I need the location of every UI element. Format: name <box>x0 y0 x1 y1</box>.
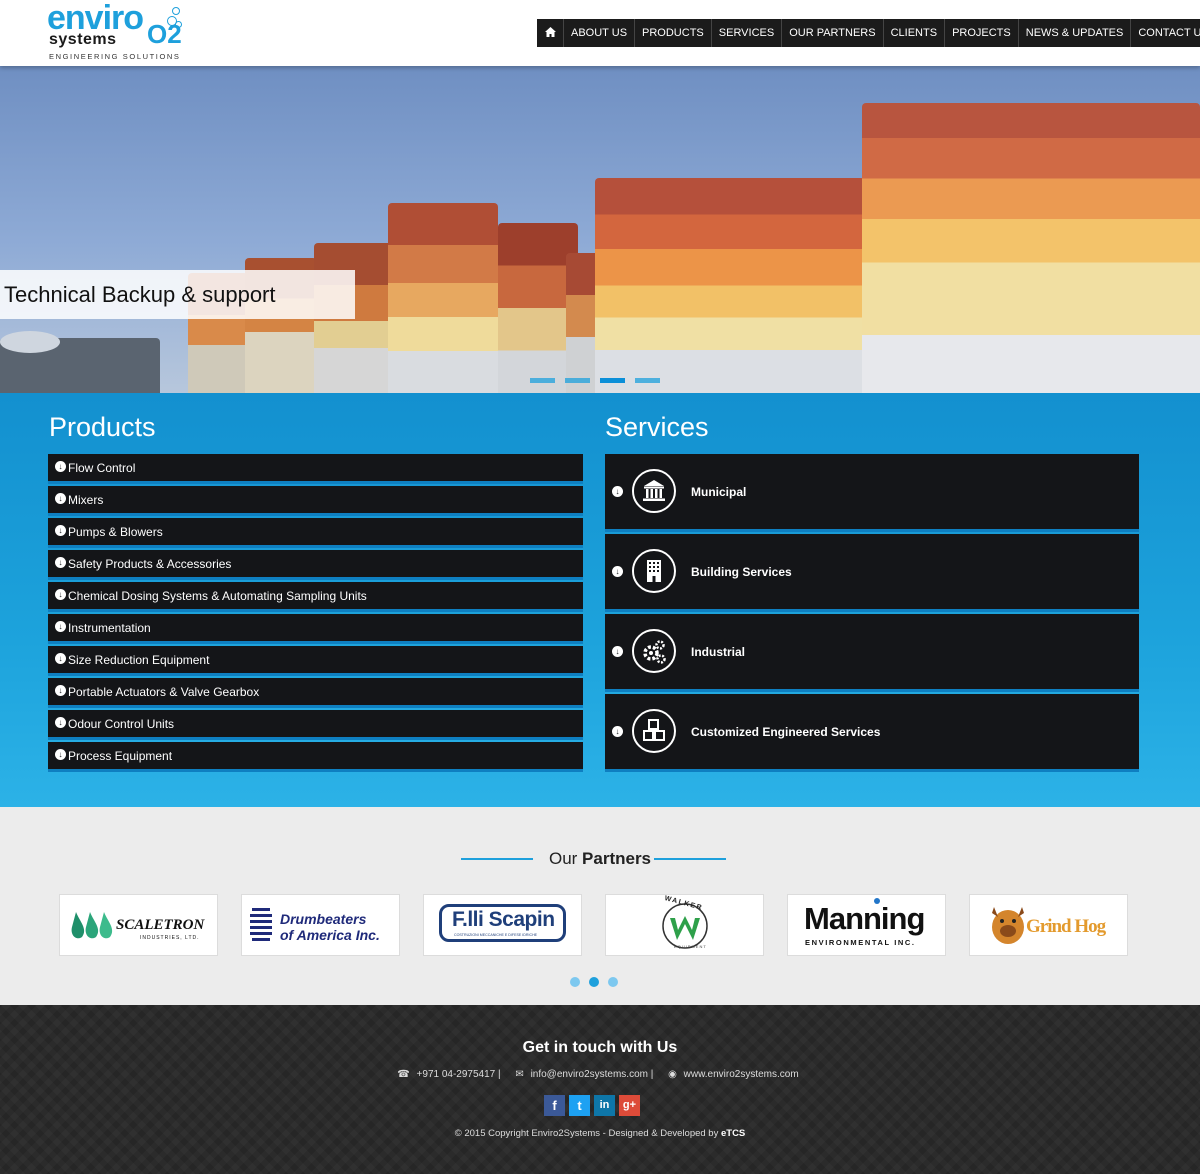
partner-logo-drumbeaters[interactable]: Drumbeaters of America Inc. <box>241 894 400 956</box>
nav-about-us[interactable]: ABOUT US <box>564 19 636 47</box>
arrow-down-circle-icon: ↓ <box>612 566 623 577</box>
product-item-portable-actuators[interactable]: ↓ Portable Actuators & Valve Gearbox <box>48 678 583 708</box>
main-nav: ABOUT US PRODUCTS SERVICES OUR PARTNERS … <box>537 19 1200 47</box>
google-plus-icon[interactable]: g+ <box>619 1095 640 1116</box>
social-links: f t in g+ <box>544 1095 640 1116</box>
arrow-down-circle-icon: ↓ <box>55 557 66 568</box>
arrow-down-circle-icon: ↓ <box>55 685 66 696</box>
gears-icon <box>632 629 676 673</box>
product-item-process-equipment[interactable]: ↓ Process Equipment <box>48 742 583 772</box>
product-item-chemical-dosing[interactable]: ↓ Chemical Dosing Systems & Automating Sa… <box>48 582 583 612</box>
nav-services[interactable]: SERVICES <box>712 19 783 47</box>
slide-dot-3[interactable] <box>600 378 625 383</box>
nav-products[interactable]: PRODUCTS <box>635 19 712 47</box>
facebook-icon[interactable]: f <box>544 1095 565 1116</box>
site-footer: Get in touch with Us ☎ +971 04-2975417 |… <box>0 1005 1200 1174</box>
globe-icon: ◉ <box>668 1069 677 1080</box>
footer-copyright: © 2015 Copyright Enviro2Systems - Design… <box>454 1128 746 1139</box>
logo-second-text: systems <box>49 31 117 48</box>
nav-news-updates[interactable]: NEWS & UPDATES <box>1019 19 1132 47</box>
drumbeaters-drum-icon <box>250 908 272 941</box>
product-item-odour-control[interactable]: ↓ Odour Control Units <box>48 710 583 740</box>
partners-title: Our Partners <box>548 849 652 868</box>
nav-clients[interactable]: CLIENTS <box>884 19 946 47</box>
partners-page-indicators <box>570 977 618 987</box>
arrow-down-circle-icon: ↓ <box>55 653 66 664</box>
footer-email[interactable]: info@enviro2systems.com | <box>531 1069 654 1080</box>
footer-website[interactable]: www.enviro2systems.com <box>684 1069 799 1080</box>
slide-dot-4[interactable] <box>635 378 660 383</box>
product-item-safety-products[interactable]: ↓ Safety Products & Accessories <box>48 550 583 580</box>
partner-logo-scaletron[interactable]: SCALETRON INDUSTRIES, LTD. <box>59 894 218 956</box>
slide-dot-2[interactable] <box>565 378 590 383</box>
products-services-section: Products Services ↓ Flow Control ↓ Mixers … <box>0 393 1200 807</box>
partner-logo-flli-scapin[interactable]: F.lli Scapin COSTRUZIONI MECCANICHE E DI… <box>423 894 582 956</box>
product-item-size-reduction[interactable]: ↓ Size Reduction Equipment <box>48 646 583 676</box>
product-item-flow-control[interactable]: ↓ Flow Control <box>48 454 583 484</box>
product-item-instrumentation[interactable]: ↓ Instrumentation <box>48 614 583 644</box>
hero-caption-text: Technical Backup & support <box>4 282 276 307</box>
arrow-down-circle-icon: ↓ <box>55 461 66 472</box>
footer-title: Get in touch with Us <box>522 1039 678 1056</box>
arrow-down-circle-icon: ↓ <box>55 621 66 632</box>
service-item-building-services[interactable]: ↓ Building Services <box>605 534 1139 612</box>
product-item-mixers[interactable]: ↓ Mixers <box>48 486 583 516</box>
nav-contact-us[interactable]: CONTACT US <box>1131 19 1200 47</box>
partners-dot-1[interactable] <box>570 977 580 987</box>
services-title: Services <box>605 412 709 442</box>
cubes-icon <box>632 709 676 753</box>
arrow-down-circle-icon: ↓ <box>55 589 66 600</box>
developer-link[interactable]: eTCS <box>721 1128 745 1139</box>
office-building-icon <box>632 549 676 593</box>
partners-dot-3[interactable] <box>608 977 618 987</box>
product-item-pumps-blowers[interactable]: ↓ Pumps & Blowers <box>48 518 583 548</box>
partners-section: Our Partners SCALETRON INDUSTRIES, LTD. … <box>0 807 1200 1005</box>
logo-tagline: ENGINEERING SOLUTIONS <box>49 52 181 61</box>
nav-home[interactable] <box>537 19 564 47</box>
arrow-down-circle-icon: ↓ <box>55 525 66 536</box>
phone-icon: ☎ <box>397 1069 410 1080</box>
building-columns-icon <box>632 469 676 513</box>
hero-slider: Technical Backup & support <box>0 66 1200 393</box>
service-item-municipal[interactable]: ↓ Municipal <box>605 454 1139 532</box>
linkedin-icon[interactable]: in <box>594 1095 615 1116</box>
arrow-down-circle-icon: ↓ <box>55 493 66 504</box>
grind-hog-boar-icon <box>992 907 1024 944</box>
hero-slide-indicators <box>530 378 660 383</box>
site-header: enviro systems O2 ENGINEERING SOLUTIONS … <box>0 0 1200 66</box>
partner-logo-grind-hog[interactable]: Grind Hog <box>969 894 1128 956</box>
envelope-icon: ✉ <box>515 1069 524 1080</box>
partner-logo-walker[interactable]: WALKER EQUIPMENT <box>605 894 764 956</box>
bubble-icon <box>172 7 180 15</box>
partners-dot-2[interactable] <box>589 977 599 987</box>
footer-contact: ☎ +971 04-2975417 | ✉ info@enviro2system… <box>0 1069 1200 1080</box>
footer-phone[interactable]: +971 04-2975417 | <box>417 1069 501 1080</box>
partner-logo-manning[interactable]: Manning ENVIRONMENTAL INC. <box>787 894 946 956</box>
slide-dot-1[interactable] <box>530 378 555 383</box>
hero-caption: Technical Backup & support <box>0 270 355 319</box>
manning-drop-icon <box>874 898 880 904</box>
site-logo[interactable]: enviro systems O2 ENGINEERING SOLUTIONS <box>47 0 187 63</box>
arrow-down-circle-icon: ↓ <box>55 717 66 728</box>
twitter-icon[interactable]: t <box>569 1095 590 1116</box>
service-item-customized-engineered[interactable]: ↓ Customized Engineered Services <box>605 694 1139 772</box>
home-icon <box>544 27 556 37</box>
arrow-down-circle-icon: ↓ <box>612 486 623 497</box>
arrow-down-circle-icon: ↓ <box>612 726 623 737</box>
bubble-icon <box>175 21 182 28</box>
nav-our-partners[interactable]: OUR PARTNERS <box>782 19 884 47</box>
service-item-industrial[interactable]: ↓ Industrial <box>605 614 1139 692</box>
arrow-down-circle-icon: ↓ <box>612 646 623 657</box>
nav-projects[interactable]: PROJECTS <box>945 19 1019 47</box>
products-title: Products <box>49 412 156 442</box>
arrow-down-circle-icon: ↓ <box>55 749 66 760</box>
